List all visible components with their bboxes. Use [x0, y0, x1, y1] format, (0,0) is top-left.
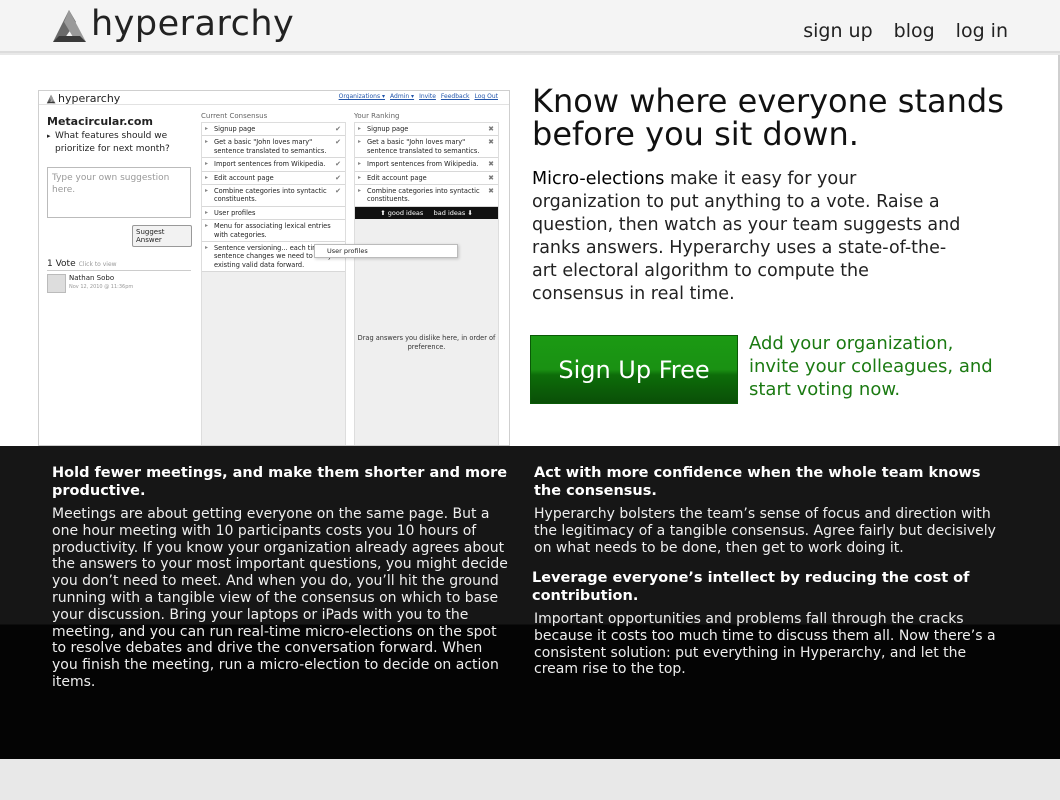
screenshot-link: Organizations ▾	[338, 93, 386, 100]
avatar	[47, 274, 66, 293]
screenshot-link: Invite	[419, 93, 436, 100]
list-item: Edit account page✔	[202, 171, 345, 186]
check-icon: ✔	[335, 160, 341, 169]
list-item: Get a basic "John loves mary" sentence t…	[355, 136, 498, 159]
top-nav: sign up blog log in	[803, 20, 1008, 42]
list-item: Menu for associating lexical entries wit…	[202, 220, 345, 243]
logo-icon	[46, 94, 56, 103]
feature-title: Hold fewer meetings, and make them short…	[52, 465, 508, 499]
screenshot-header: hyperarchy Organizations ▾ Admin ▾ Invit…	[39, 91, 509, 105]
page-title: Know where everyone stands before you si…	[532, 82, 1004, 153]
list-item: Import sentences from Wikipedia.✖	[355, 158, 498, 172]
screenshot-left-panel: Metacircular.com What features should we…	[47, 115, 192, 293]
hero-description-text: make it easy for your organization to pu…	[532, 169, 961, 304]
close-icon: ✖	[488, 187, 494, 196]
check-icon: ✔	[335, 187, 341, 196]
current-consensus-title: Current Consensus	[201, 112, 268, 120]
screenshot-link: Feedback	[440, 93, 470, 100]
feature-intellect: Leverage everyone’s intellect by reducin…	[532, 569, 1007, 678]
nav-sign-up-link[interactable]: sign up	[803, 20, 872, 42]
good-ideas-label: good ideas	[387, 208, 424, 217]
app-screenshot: hyperarchy Organizations ▾ Admin ▾ Invit…	[38, 90, 510, 446]
top-bar: hyperarchy sign up blog log in	[0, 0, 1060, 53]
logo-icon	[53, 10, 86, 42]
screenshot-logo-text: hyperarchy	[58, 92, 121, 105]
screenshot-link: Log Out	[474, 93, 498, 100]
close-icon: ✖	[488, 138, 494, 147]
list-item: Combine categories into syntactic consti…	[355, 185, 498, 207]
features-section: Hold fewer meetings, and make them short…	[0, 446, 1060, 759]
nav-log-in-link[interactable]: log in	[956, 20, 1008, 42]
screenshot-question: What features should we prioritize for n…	[47, 130, 192, 156]
vote-count-text: 1 Vote	[47, 259, 76, 269]
cta-text: Add your organization, invite your colle…	[749, 333, 993, 400]
sign-up-free-button[interactable]: Sign Up Free	[530, 335, 738, 404]
screenshot-org-name: Metacircular.com	[47, 115, 153, 128]
close-icon: ✖	[488, 173, 494, 182]
hero-section: hyperarchy Organizations ▾ Admin ▾ Invit…	[0, 55, 1060, 446]
your-ranking-title: Your Ranking	[354, 112, 400, 120]
screenshot-logo: hyperarchy	[46, 92, 120, 105]
good-bad-divider: ⬆ good ideas bad ideas ⬇	[355, 206, 498, 219]
drag-instructions: Drag answers you dislike here, in order …	[357, 334, 496, 351]
feature-confidence: Act with more confidence when the whole …	[534, 464, 1009, 556]
screenshot-current-consensus: Current Consensus Signup page✔ Get a bas…	[201, 112, 346, 445]
screenshot-vote-count: 1 Vote Click to view	[47, 259, 191, 271]
list-item: Edit account page✖	[355, 171, 498, 186]
list-item: Import sentences from Wikipedia.✔	[202, 158, 345, 172]
logo[interactable]: hyperarchy	[50, 3, 295, 44]
feature-title: Act with more confidence when the whole …	[534, 465, 981, 499]
feature-body: Meetings are about getting everyone on t…	[52, 506, 508, 690]
close-icon: ✖	[488, 160, 494, 169]
list-item: Signup page✔	[202, 123, 345, 137]
screenshot-suggest-button: Suggest Answer	[132, 225, 192, 247]
screenshot-voter: Nathan Sobo Nov 12, 2010 @ 11:36pm	[47, 274, 133, 293]
screenshot-suggestion-input: Type your own suggestion here.	[47, 167, 191, 218]
nav-blog-link[interactable]: blog	[894, 20, 935, 42]
screenshot-your-ranking: Your Ranking Signup page✖ Get a basic "J…	[354, 112, 499, 445]
check-icon: ✔	[335, 173, 341, 182]
feature-body: Important opportunities and problems fal…	[534, 611, 996, 678]
check-icon: ✔	[335, 125, 341, 133]
current-consensus-list: Signup page✔ Get a basic "John loves mar…	[201, 122, 346, 445]
feature-meetings: Hold fewer meetings, and make them short…	[52, 464, 510, 691]
voter-info: Nathan Sobo Nov 12, 2010 @ 11:36pm	[69, 274, 133, 293]
voter-name: Nathan Sobo	[69, 274, 115, 282]
list-item: User profiles	[202, 206, 345, 221]
check-icon: ✔	[335, 138, 341, 147]
vote-click-text: Click to view	[78, 261, 117, 268]
voter-date: Nov 12, 2010 @ 11:36pm	[69, 284, 134, 290]
list-item: Combine categories into syntactic consti…	[202, 185, 345, 207]
your-ranking-list: Signup page✖ Get a basic "John loves mar…	[354, 122, 499, 445]
arrow-down-icon: ⬇	[467, 208, 473, 217]
list-item: Get a basic "John loves mary" sentence t…	[202, 136, 345, 159]
bad-ideas-label: bad ideas	[433, 208, 466, 217]
list-item: Signup page✖	[355, 123, 498, 137]
logo-text: hyperarchy	[91, 3, 295, 44]
micro-elections-term: Micro-elections	[532, 169, 665, 189]
screenshot-links: Organizations ▾ Admin ▾ Invite Feedback …	[339, 93, 498, 100]
dragged-item: User profiles	[314, 244, 458, 258]
arrow-up-icon: ⬆	[380, 208, 386, 217]
hero-description: Micro-elections make it easy for your or…	[532, 168, 962, 306]
feature-body: Hyperarchy bolsters the team’s sense of …	[534, 506, 996, 556]
feature-title: Leverage everyone’s intellect by reducin…	[532, 570, 970, 604]
screenshot-link: Admin ▾	[390, 93, 415, 100]
close-icon: ✖	[488, 125, 494, 133]
